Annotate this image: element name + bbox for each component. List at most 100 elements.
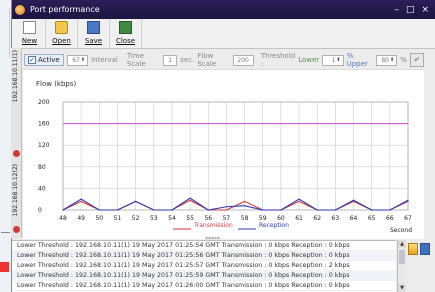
tab-port-2[interactable]: 192.168.10.12(2) bbox=[11, 162, 22, 238]
data-point-transmission bbox=[298, 200, 300, 202]
clear-log-icon[interactable] bbox=[408, 243, 418, 255]
toolbar: New Open Save Close bbox=[12, 19, 435, 49]
y-tick-label: 120 bbox=[38, 142, 50, 149]
save-log-icon[interactable] bbox=[420, 243, 430, 255]
x-tick-label: 64 bbox=[350, 215, 358, 222]
save-button-label: Save bbox=[84, 37, 103, 45]
interval-value: 67 bbox=[72, 56, 80, 64]
data-point-reception bbox=[389, 209, 391, 211]
new-button[interactable]: New bbox=[14, 19, 46, 48]
data-point-reception bbox=[352, 199, 355, 201]
close-button-label: Close bbox=[115, 37, 136, 45]
status-dot-icon bbox=[13, 150, 20, 157]
new-file-icon bbox=[23, 21, 36, 34]
monitor-controls: ✓ Active 67 ⬍ Interval Time Scale 1 sec. … bbox=[24, 51, 425, 69]
data-point-reception bbox=[80, 198, 82, 200]
x-tick-label: 59 bbox=[259, 215, 267, 222]
data-point-reception bbox=[371, 209, 373, 211]
background-panel-mark bbox=[0, 8, 10, 58]
data-point-transmission bbox=[80, 200, 82, 202]
y-tick-label: 160 bbox=[38, 121, 50, 128]
threshold-log: Lower Threshold : 192.168.10.11(1) 19 Ma… bbox=[12, 240, 396, 292]
active-toggle[interactable]: ✓ Active bbox=[24, 54, 64, 66]
x-tick-label: 67 bbox=[404, 215, 412, 222]
flow-chart: Flow (kbps) 0 40 80 120 160 200 48 49 50 51 52 53 54… bbox=[23, 69, 424, 239]
scroll-down-icon[interactable]: ▼ bbox=[398, 284, 406, 292]
series-line-reception bbox=[62, 197, 409, 211]
data-point-reception bbox=[135, 200, 137, 202]
x-tick-label: 54 bbox=[168, 215, 176, 222]
spinner-arrows-icon[interactable]: ⬍ bbox=[390, 57, 394, 63]
scroll-up-icon[interactable]: ▲ bbox=[398, 240, 406, 248]
lower-label: Lower bbox=[298, 56, 320, 64]
x-tick-label: 51 bbox=[114, 215, 122, 222]
close-button[interactable]: Close bbox=[110, 19, 142, 48]
y-tick-label: 80 bbox=[38, 164, 46, 171]
close-icon[interactable]: × bbox=[421, 5, 429, 15]
active-label: Active bbox=[38, 56, 60, 64]
percent-label: % bbox=[400, 56, 407, 64]
title-bar[interactable]: Port performance – □ × bbox=[12, 0, 435, 19]
log-row[interactable]: Lower Threshold : 192.168.10.11(1) 19 Ma… bbox=[12, 271, 396, 281]
save-button[interactable]: Save bbox=[78, 19, 110, 48]
new-button-label: New bbox=[21, 37, 38, 45]
time-scale-input[interactable]: 1 bbox=[163, 54, 178, 66]
data-point-transmission bbox=[189, 199, 191, 201]
spinner-arrows-icon[interactable]: ⬍ bbox=[81, 57, 85, 63]
x-tick-label: 66 bbox=[386, 215, 394, 222]
tab-port-1[interactable]: 192.168.10.11(1) bbox=[11, 48, 22, 110]
y-tick-label: 40 bbox=[38, 185, 46, 192]
log-row[interactable]: Lower Threshold : 192.168.10.11(1) 19 Ma… bbox=[12, 241, 396, 251]
scroll-thumb[interactable] bbox=[399, 250, 405, 264]
flow-scale-label: Flow Scale bbox=[197, 52, 217, 68]
log-row[interactable]: Lower Threshold : 192.168.10.11(1) 19 Ma… bbox=[12, 281, 396, 291]
data-point-reception bbox=[189, 197, 191, 199]
x-tick-label: 57 bbox=[223, 215, 231, 222]
x-tick-label: 50 bbox=[95, 215, 103, 222]
tab-port-1-status[interactable] bbox=[11, 110, 22, 162]
x-tick-label: 53 bbox=[150, 215, 158, 222]
x-tick-label: 56 bbox=[204, 215, 212, 222]
y-tick-label: 0 bbox=[38, 207, 42, 214]
log-scrollbar[interactable]: ▲ ▼ bbox=[397, 240, 406, 292]
apply-checkmark-button[interactable]: ✔ bbox=[409, 53, 425, 67]
x-tick-label: 48 bbox=[59, 215, 67, 222]
legend-label-reception: Reception bbox=[259, 222, 289, 229]
data-point-reception bbox=[62, 209, 64, 211]
lower-value: 1 bbox=[331, 56, 336, 64]
maximize-icon[interactable]: □ bbox=[406, 5, 415, 15]
x-tick-label: 60 bbox=[277, 215, 285, 222]
interval-label: Interval bbox=[91, 56, 118, 64]
x-tick-label: 52 bbox=[132, 215, 140, 222]
upper-threshold-spinner[interactable]: 80 ⬍ bbox=[375, 54, 398, 66]
data-point-reception bbox=[407, 199, 409, 201]
port-tabs: 192.168.10.11(1) 192.168.10.12(2) bbox=[11, 48, 22, 238]
flow-scale-input[interactable]: 200 bbox=[232, 54, 254, 66]
window-controls: – □ × bbox=[394, 5, 435, 15]
data-point-reception bbox=[243, 205, 246, 207]
interval-spinner[interactable]: 67 ⬍ bbox=[66, 54, 89, 66]
x-tick-label: 55 bbox=[186, 215, 194, 222]
x-tick-label: 49 bbox=[77, 215, 85, 222]
x-tick-label: 65 bbox=[368, 215, 376, 222]
sec-label: sec. bbox=[180, 56, 195, 64]
spinner-arrows-icon[interactable]: ⬍ bbox=[336, 57, 340, 63]
minimize-icon[interactable]: – bbox=[394, 5, 399, 15]
background-red-marker bbox=[0, 262, 9, 272]
x-tick-label: 61 bbox=[295, 215, 303, 222]
floppy-icon bbox=[87, 21, 100, 34]
window-title: Port performance bbox=[30, 5, 100, 14]
data-point-reception bbox=[171, 209, 173, 211]
data-point-reception bbox=[280, 209, 282, 211]
data-point-reception bbox=[207, 209, 209, 211]
data-point-reception bbox=[298, 198, 300, 200]
active-checkbox[interactable]: ✓ bbox=[28, 56, 36, 64]
open-button[interactable]: Open bbox=[46, 19, 78, 48]
lower-threshold-spinner[interactable]: 1 ⬍ bbox=[322, 54, 344, 66]
folder-icon bbox=[55, 21, 68, 34]
time-scale-label: Time Scale bbox=[126, 52, 146, 68]
x-tick-label: 58 bbox=[241, 215, 249, 222]
log-row[interactable]: Lower Threshold : 192.168.10.11(1) 19 Ma… bbox=[12, 261, 396, 271]
log-row[interactable]: Lower Threshold : 192.168.10.11(1) 19 Ma… bbox=[12, 251, 396, 261]
data-point-transmission bbox=[243, 200, 246, 202]
